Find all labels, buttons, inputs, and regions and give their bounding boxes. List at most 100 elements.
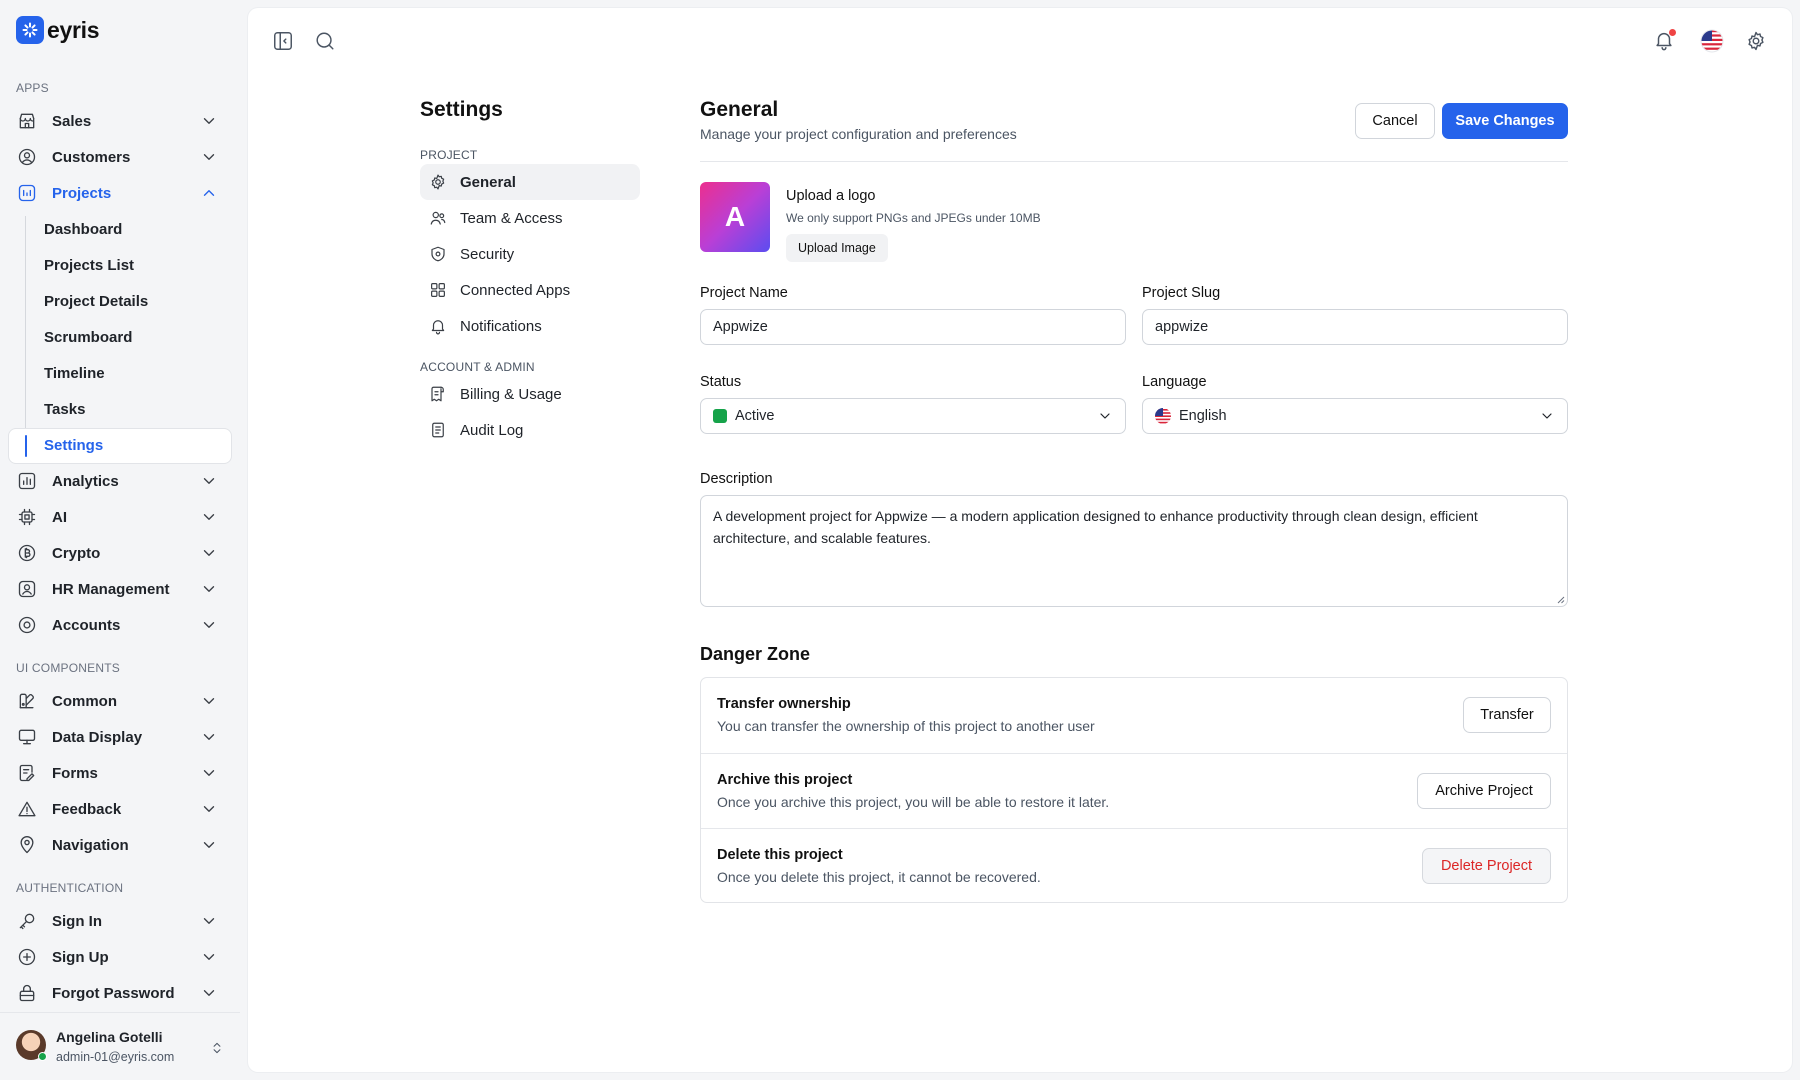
sidebar-item-label: Data Display <box>52 728 143 746</box>
page-subtitle: Manage your project configuration and pr… <box>700 126 1017 142</box>
online-status-dot <box>38 1052 47 1061</box>
upload-logo-title: Upload a logo <box>786 188 876 204</box>
palette-icon <box>16 690 38 712</box>
sidebar-item-label: Customers <box>52 148 131 166</box>
search-icon[interactable] <box>314 30 338 54</box>
sidebar-item-ai[interactable]: AI <box>8 500 232 534</box>
delete-project-button[interactable]: Delete Project <box>1422 848 1551 884</box>
save-changes-button[interactable]: Save Changes <box>1442 103 1568 139</box>
submenu-item-scrumboard[interactable]: Scrumboard <box>44 320 132 354</box>
monitor-icon <box>16 726 38 748</box>
plus-circle-icon <box>16 946 38 968</box>
settings-nav-audit-log[interactable]: Audit Log <box>420 412 640 448</box>
sidebar-item-accounts[interactable]: Accounts <box>8 608 232 642</box>
us-flag-icon[interactable] <box>1699 28 1725 54</box>
sidebar-item-common[interactable]: Common <box>8 684 232 718</box>
upload-image-button[interactable]: Upload Image <box>786 234 888 262</box>
project-name-label: Project Name <box>700 285 788 301</box>
chevron-down-icon <box>200 616 218 634</box>
status-label: Status <box>700 374 742 390</box>
danger-row-title: Delete this project <box>717 847 843 863</box>
notification-dot <box>1669 29 1676 36</box>
project-slug-input[interactable] <box>1142 309 1568 345</box>
sidebar-item-label: AI <box>52 508 67 526</box>
sidebar-item-forms[interactable]: Forms <box>8 756 232 790</box>
chevron-down-icon <box>200 984 218 1002</box>
sidebar-toggle-icon[interactable] <box>272 30 296 54</box>
sidebar-item-hr-management[interactable]: HR Management <box>8 572 232 606</box>
avatar <box>16 1030 47 1061</box>
form-icon <box>16 762 38 784</box>
sidebar-item-label: Feedback <box>52 800 122 818</box>
settings-nav-security[interactable]: Security <box>420 236 640 272</box>
project-logo: A <box>700 182 770 252</box>
sidebar-item-feedback[interactable]: Feedback <box>8 792 232 826</box>
user-profile[interactable]: Angelina Gotelli admin-01@eyris.com <box>0 1012 240 1080</box>
chevron-up-down-icon <box>210 1041 224 1055</box>
description-textarea[interactable]: A development project for Appwize — a mo… <box>700 495 1568 607</box>
sidebar-item-sales[interactable]: Sales <box>8 104 232 138</box>
sidebar-item-label: Analytics <box>52 472 119 490</box>
sidebar-item-forgot-password[interactable]: Forgot Password <box>8 976 232 1010</box>
resize-handle-icon[interactable] <box>1557 596 1565 604</box>
sidebar-item-sign-up[interactable]: Sign Up <box>8 940 232 974</box>
chevron-down-icon <box>200 764 218 782</box>
sidebar-item-projects[interactable]: Projects <box>8 176 232 210</box>
danger-row-desc: Once you delete this project, it cannot … <box>717 869 1041 885</box>
chevron-down-icon <box>200 728 218 746</box>
sidebar-item-analytics[interactable]: Analytics <box>8 464 232 498</box>
submenu-item-label: Settings <box>44 437 104 454</box>
chart-bars-icon <box>16 182 38 204</box>
transfer-button[interactable]: Transfer <box>1463 697 1551 733</box>
settings-nav-connected-apps[interactable]: Connected Apps <box>420 272 640 308</box>
status-color-swatch <box>713 409 727 423</box>
brand-icon <box>16 16 44 44</box>
section-ui-components: UI COMPONENTS <box>16 661 120 675</box>
danger-row-title: Archive this project <box>717 772 853 788</box>
chevron-down-icon <box>1097 408 1113 424</box>
chevron-down-icon <box>200 948 218 966</box>
chevron-down-icon <box>200 692 218 710</box>
section-project: PROJECT <box>420 148 478 162</box>
gear-icon[interactable] <box>1745 30 1769 54</box>
settings-title: Settings <box>420 98 503 121</box>
brand-name: eyris <box>47 16 100 43</box>
cancel-button[interactable]: Cancel <box>1355 103 1435 139</box>
store-icon <box>16 110 38 132</box>
submenu-item-project-details[interactable]: Project Details <box>44 284 148 318</box>
sidebar-item-label: Common <box>52 692 117 710</box>
danger-row-desc: Once you archive this project, you will … <box>717 794 1110 810</box>
chevron-down-icon <box>200 836 218 854</box>
bell-icon <box>428 316 448 336</box>
settings-nav-team-access[interactable]: Team & Access <box>420 200 640 236</box>
sidebar-item-sign-in[interactable]: Sign In <box>8 904 232 938</box>
main-panel: Settings PROJECT General Team & Access S… <box>248 8 1792 1072</box>
submenu-item-dashboard[interactable]: Dashboard <box>44 212 122 246</box>
submenu-item-timeline[interactable]: Timeline <box>44 356 105 390</box>
settings-nav-label: Team & Access <box>460 209 563 227</box>
settings-nav-notifications[interactable]: Notifications <box>420 308 640 344</box>
chevron-down-icon <box>1539 408 1555 424</box>
page-title: General <box>700 98 779 121</box>
sidebar-item-navigation[interactable]: Navigation <box>8 828 232 862</box>
brand-logo[interactable]: eyris <box>16 16 100 44</box>
project-name-input[interactable] <box>700 309 1126 345</box>
sidebar-item-label: Accounts <box>52 616 121 634</box>
settings-nav-billing-usage[interactable]: Billing & Usage <box>420 376 640 412</box>
us-flag-icon <box>1155 408 1171 424</box>
user-email: admin-01@eyris.com <box>56 1050 175 1064</box>
language-select[interactable]: English <box>1142 398 1568 434</box>
bell-icon[interactable] <box>1653 29 1677 53</box>
sidebar-item-data-display[interactable]: Data Display <box>8 720 232 754</box>
sidebar-item-crypto[interactable]: Crypto <box>8 536 232 570</box>
submenu-item-settings[interactable]: Settings <box>8 428 232 464</box>
archive-project-button[interactable]: Archive Project <box>1417 773 1551 809</box>
status-select[interactable]: Active <box>700 398 1126 434</box>
sidebar-item-customers[interactable]: Customers <box>8 140 232 174</box>
submenu-item-projects-list[interactable]: Projects List <box>44 248 134 282</box>
lock-icon <box>16 982 38 1004</box>
submenu-item-tasks[interactable]: Tasks <box>44 392 85 426</box>
settings-nav-general[interactable]: General <box>420 164 640 200</box>
settings-nav-label: General <box>460 173 516 191</box>
danger-row-transfer: Transfer ownership You can transfer the … <box>701 678 1567 753</box>
